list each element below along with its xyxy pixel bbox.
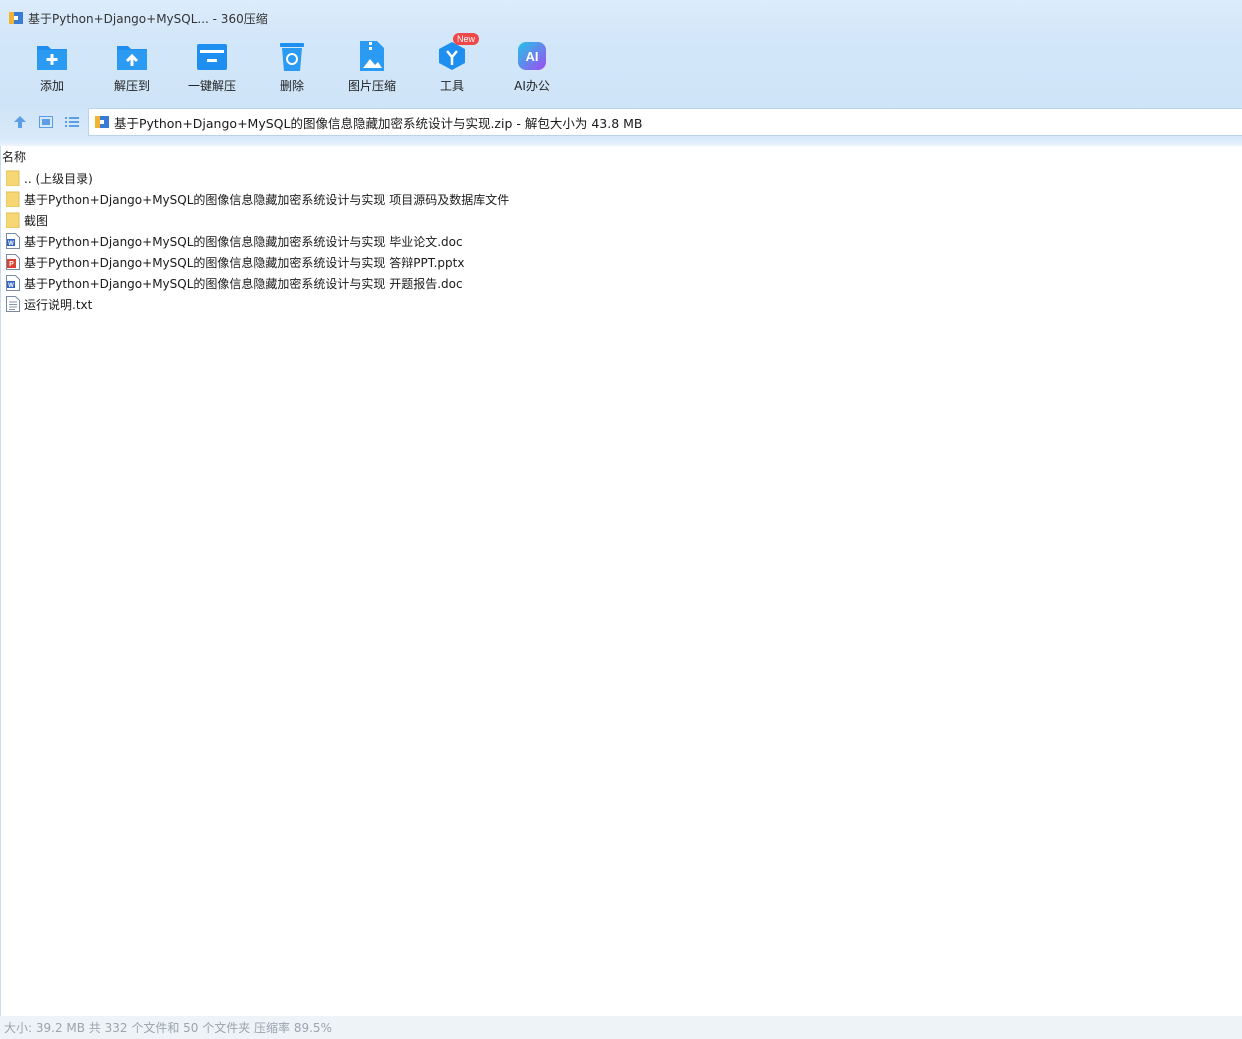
extract-to-button[interactable]: 解压到 (92, 36, 172, 102)
file-name: 基于Python+Django+MySQL的图像信息隐藏加密系统设计与实现 毕业… (24, 234, 463, 249)
svg-text:W: W (8, 283, 14, 289)
image-compress-button[interactable]: 图片压缩 (332, 36, 412, 102)
file-name: .. (上级目录) (24, 171, 93, 186)
add-icon (35, 39, 69, 73)
file-name: 截图 (24, 213, 49, 228)
one-click-extract-label: 一键解压 (187, 79, 236, 93)
path-field[interactable]: 基于Python+Django+MySQL的图像信息隐藏加密系统设计与实现.zi… (88, 108, 1242, 136)
archive-path: 基于Python+Django+MySQL的图像信息隐藏加密系统设计与实现.zi… (114, 115, 643, 131)
folder-icon (5, 170, 20, 187)
title-bar: 基于Python+Django+MySQL... - 360压缩 (0, 0, 1242, 36)
word-doc-icon: W (6, 275, 20, 291)
tools-icon: New (435, 33, 480, 73)
delete-label: 删除 (279, 79, 304, 93)
list-item[interactable]: P 基于Python+Django+MySQL的图像信息隐藏加密系统设计与实现 … (6, 252, 464, 272)
tools-button[interactable]: New 工具 (412, 33, 492, 102)
svg-text:P: P (9, 261, 14, 268)
list-item[interactable]: 运行说明.txt (6, 294, 92, 314)
svg-text:W: W (8, 241, 14, 247)
status-text: 大小: 39.2 MB 共 332 个文件和 50 个文件夹 压缩率 89.5% (4, 1021, 332, 1035)
delete-button[interactable]: 删除 (252, 36, 332, 102)
one-click-extract-icon (195, 39, 229, 73)
ai-glyph: AI (526, 49, 539, 64)
toolbar: 添加 解压到 一键解压 删除 图片压缩 New 工具 AI AI办公 (0, 33, 1242, 104)
file-name: 基于Python+Django+MySQL的图像信息隐藏加密系统设计与实现 答辩… (24, 255, 465, 270)
file-list: 名称 .. (上级目录) 基于Python+Django+MySQL的图像信息隐… (0, 146, 1242, 1016)
list-item[interactable]: 基于Python+Django+MySQL的图像信息隐藏加密系统设计与实现 项目… (5, 189, 510, 209)
list-view-icon[interactable] (64, 114, 80, 130)
extract-to-label: 解压到 (113, 79, 150, 93)
list-item[interactable]: W 基于Python+Django+MySQL的图像信息隐藏加密系统设计与实现 … (6, 231, 463, 251)
list-item[interactable]: 截图 (5, 210, 49, 230)
window-title: 基于Python+Django+MySQL... - 360压缩 (28, 11, 268, 26)
new-badge: New (453, 33, 480, 45)
status-bar: 大小: 39.2 MB 共 332 个文件和 50 个文件夹 压缩率 89.5% (0, 1016, 1242, 1039)
360zip-app-icon (8, 10, 24, 26)
list-item[interactable]: .. (上级目录) (5, 168, 93, 188)
one-click-extract-button[interactable]: 一键解压 (172, 36, 252, 102)
tools-label: 工具 (439, 79, 464, 93)
column-header-name[interactable]: 名称 (2, 148, 26, 165)
image-compress-icon (355, 39, 389, 73)
navigation-bar: 基于Python+Django+MySQL的图像信息隐藏加密系统设计与实现.zi… (0, 104, 1242, 140)
add-label: 添加 (39, 79, 64, 93)
ai-office-label: AI办公 (514, 79, 550, 93)
ai-office-button[interactable]: AI AI办公 (492, 36, 572, 102)
file-name: 基于Python+Django+MySQL的图像信息隐藏加密系统设计与实现 开题… (24, 276, 463, 291)
powerpoint-icon: P (6, 254, 20, 270)
zip-archive-icon (94, 114, 110, 130)
folder-icon (5, 191, 20, 208)
list-item[interactable]: W 基于Python+Django+MySQL的图像信息隐藏加密系统设计与实现 … (6, 273, 463, 293)
image-compress-label: 图片压缩 (347, 79, 396, 93)
delete-icon (275, 39, 309, 73)
ai-office-icon: AI (515, 39, 549, 73)
thumbnail-view-icon[interactable] (38, 114, 54, 130)
file-name: 运行说明.txt (24, 297, 93, 312)
add-button[interactable]: 添加 (12, 36, 92, 102)
folder-icon (5, 212, 20, 229)
text-file-icon (6, 296, 20, 312)
file-name: 基于Python+Django+MySQL的图像信息隐藏加密系统设计与实现 项目… (24, 192, 510, 207)
extract-to-icon (115, 39, 149, 73)
up-arrow-icon[interactable] (12, 114, 28, 130)
word-doc-icon: W (6, 233, 20, 249)
